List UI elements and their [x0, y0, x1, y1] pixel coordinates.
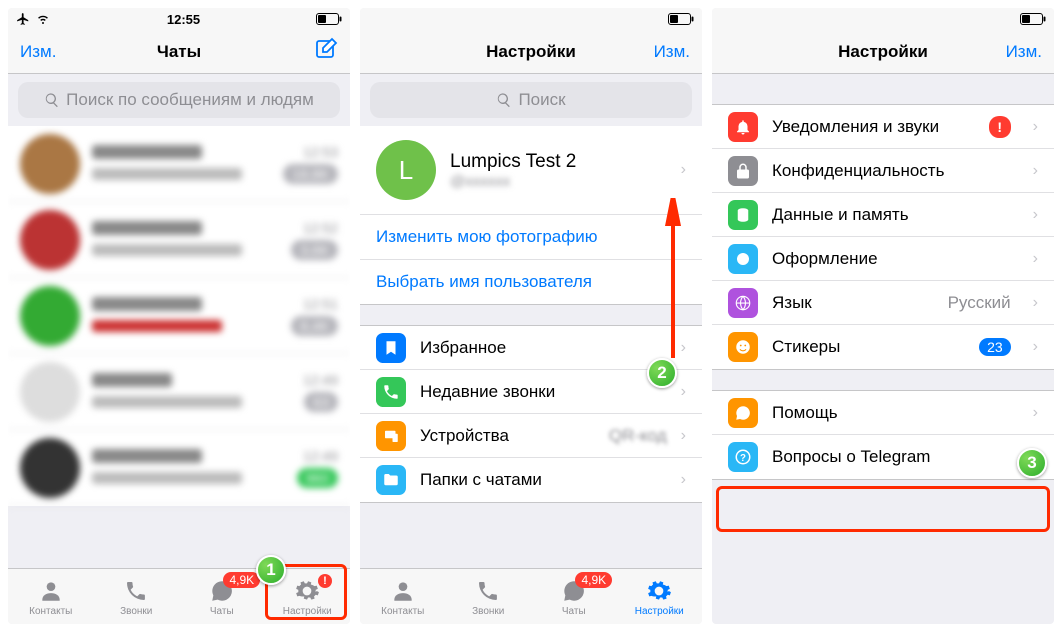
screen-settings-2: Настройки Изм. Уведомления и звуки!› Кон… — [712, 8, 1054, 624]
settings-badge: ! — [318, 574, 332, 588]
battery-icon — [316, 13, 342, 25]
sticker-icon — [734, 338, 752, 356]
tab-calls[interactable]: Звонки — [94, 569, 180, 624]
bookmark-icon — [382, 339, 400, 357]
chat-icon — [734, 404, 752, 422]
row-help[interactable]: Помощь› — [712, 391, 1054, 435]
navbar: Настройки Изм. — [712, 30, 1054, 74]
chevron-right-icon: › — [681, 471, 686, 489]
step-3-marker: 3 — [1017, 448, 1047, 478]
row-folders[interactable]: Папки с чатами› — [360, 458, 702, 502]
choose-username-link[interactable]: Выбрать имя пользователя — [360, 259, 702, 304]
edit-button[interactable]: Изм. — [20, 42, 56, 62]
search-icon — [44, 92, 60, 108]
chevron-right-icon: › — [1033, 250, 1038, 268]
row-notifications[interactable]: Уведомления и звуки!› — [712, 105, 1054, 149]
tab-contacts[interactable]: Контакты — [8, 569, 94, 624]
phone-icon — [476, 579, 500, 603]
battery-icon — [668, 13, 694, 25]
chats-badge: 4,9K — [223, 572, 260, 588]
status-bar — [360, 8, 702, 30]
language-value: Русский — [948, 293, 1011, 313]
chat-row[interactable]: 12:49960 — [8, 430, 350, 506]
chevron-right-icon: › — [681, 383, 686, 401]
search-input[interactable]: Поиск — [370, 82, 692, 118]
chat-list: 12:5318,8K 12:523,6K 12:518,4K 12:4963 1… — [8, 126, 350, 568]
page-title: Настройки — [712, 42, 1054, 62]
row-appearance[interactable]: Оформление› — [712, 237, 1054, 281]
wifi-icon — [35, 13, 51, 25]
row-privacy[interactable]: Конфиденциальность› — [712, 149, 1054, 193]
change-photo-link[interactable]: Изменить мою фотографию — [360, 214, 702, 259]
step-2-marker: 2 — [647, 358, 677, 388]
battery-icon — [1020, 13, 1046, 25]
row-stickers[interactable]: Стикеры23› — [712, 325, 1054, 369]
data-icon — [734, 206, 752, 224]
search-placeholder: Поиск по сообщениям и людям — [66, 90, 314, 110]
search-icon — [496, 92, 512, 108]
tab-chats[interactable]: 4,9KЧаты — [179, 569, 265, 624]
chat-row[interactable]: 12:523,6K — [8, 202, 350, 278]
tab-calls[interactable]: Звонки — [446, 569, 532, 624]
row-language[interactable]: ЯзыкРусский› — [712, 281, 1054, 325]
chevron-right-icon: › — [1033, 338, 1038, 356]
status-bar: 12:55 — [8, 8, 350, 30]
phone-icon — [382, 383, 400, 401]
search-placeholder: Поиск — [518, 90, 565, 110]
compose-button[interactable] — [314, 37, 338, 66]
avatar: L — [376, 140, 436, 200]
gear-icon — [294, 578, 320, 604]
chevron-right-icon: › — [681, 161, 686, 179]
tab-bar: Контакты Звонки 4,9KЧаты !Настройки — [8, 568, 350, 624]
devices-icon — [382, 427, 400, 445]
profile-section: L Lumpics Test 2@xxxxxx › Изменить мою ф… — [360, 126, 702, 305]
navbar: Изм. Чаты — [8, 30, 350, 74]
svg-text:?: ? — [740, 453, 746, 464]
chevron-right-icon: › — [1033, 118, 1038, 136]
tab-contacts[interactable]: Контакты — [360, 569, 446, 624]
chat-row[interactable]: 12:4963 — [8, 354, 350, 430]
search-input[interactable]: Поиск по сообщениям и людям — [18, 82, 340, 118]
gear-icon — [646, 578, 672, 604]
chevron-right-icon: › — [1033, 162, 1038, 180]
page-title: Настройки — [360, 42, 702, 62]
step-1-marker: 1 — [256, 555, 286, 585]
chat-row[interactable]: 12:518,4K — [8, 278, 350, 354]
person-icon — [38, 578, 64, 604]
globe-icon — [734, 294, 752, 312]
chevron-right-icon: › — [1033, 206, 1038, 224]
question-icon: ? — [734, 448, 752, 466]
chats-badge: 4,9K — [575, 572, 612, 588]
profile-name: Lumpics Test 2 — [450, 151, 667, 173]
chevron-right-icon: › — [681, 339, 686, 357]
page-title: Чаты — [8, 42, 350, 62]
chevron-right-icon: › — [1033, 404, 1038, 422]
status-time: 12:55 — [167, 12, 200, 27]
tab-settings[interactable]: Настройки — [617, 569, 703, 624]
row-devices[interactable]: УстройстваQR-код› — [360, 414, 702, 458]
chevron-right-icon: › — [1033, 294, 1038, 312]
screen-chats: 12:55 Изм. Чаты Поиск по сообщениям и лю… — [8, 8, 350, 624]
person-icon — [390, 578, 416, 604]
screen-settings-1: Настройки Изм. Поиск L Lumpics Test 2@xx… — [360, 8, 702, 624]
bell-icon — [734, 118, 752, 136]
edit-button[interactable]: Изм. — [654, 42, 690, 62]
edit-button[interactable]: Изм. — [1006, 42, 1042, 62]
row-faq[interactable]: ?Вопросы о Telegram› — [712, 435, 1054, 479]
row-data[interactable]: Данные и память› — [712, 193, 1054, 237]
appearance-icon — [734, 250, 752, 268]
tab-chats[interactable]: 4,9KЧаты — [531, 569, 617, 624]
profile-row[interactable]: L Lumpics Test 2@xxxxxx › — [360, 126, 702, 214]
chat-row[interactable]: 12:5318,8K — [8, 126, 350, 202]
alert-badge: ! — [989, 116, 1011, 138]
navbar: Настройки Изм. — [360, 30, 702, 74]
phone-icon — [124, 579, 148, 603]
airplane-icon — [16, 12, 30, 26]
folder-icon — [382, 471, 400, 489]
tab-bar: Контакты Звонки 4,9KЧаты Настройки — [360, 568, 702, 624]
lock-icon — [734, 162, 752, 180]
status-bar — [712, 8, 1054, 30]
stickers-badge: 23 — [979, 338, 1011, 356]
chevron-right-icon: › — [681, 427, 686, 445]
